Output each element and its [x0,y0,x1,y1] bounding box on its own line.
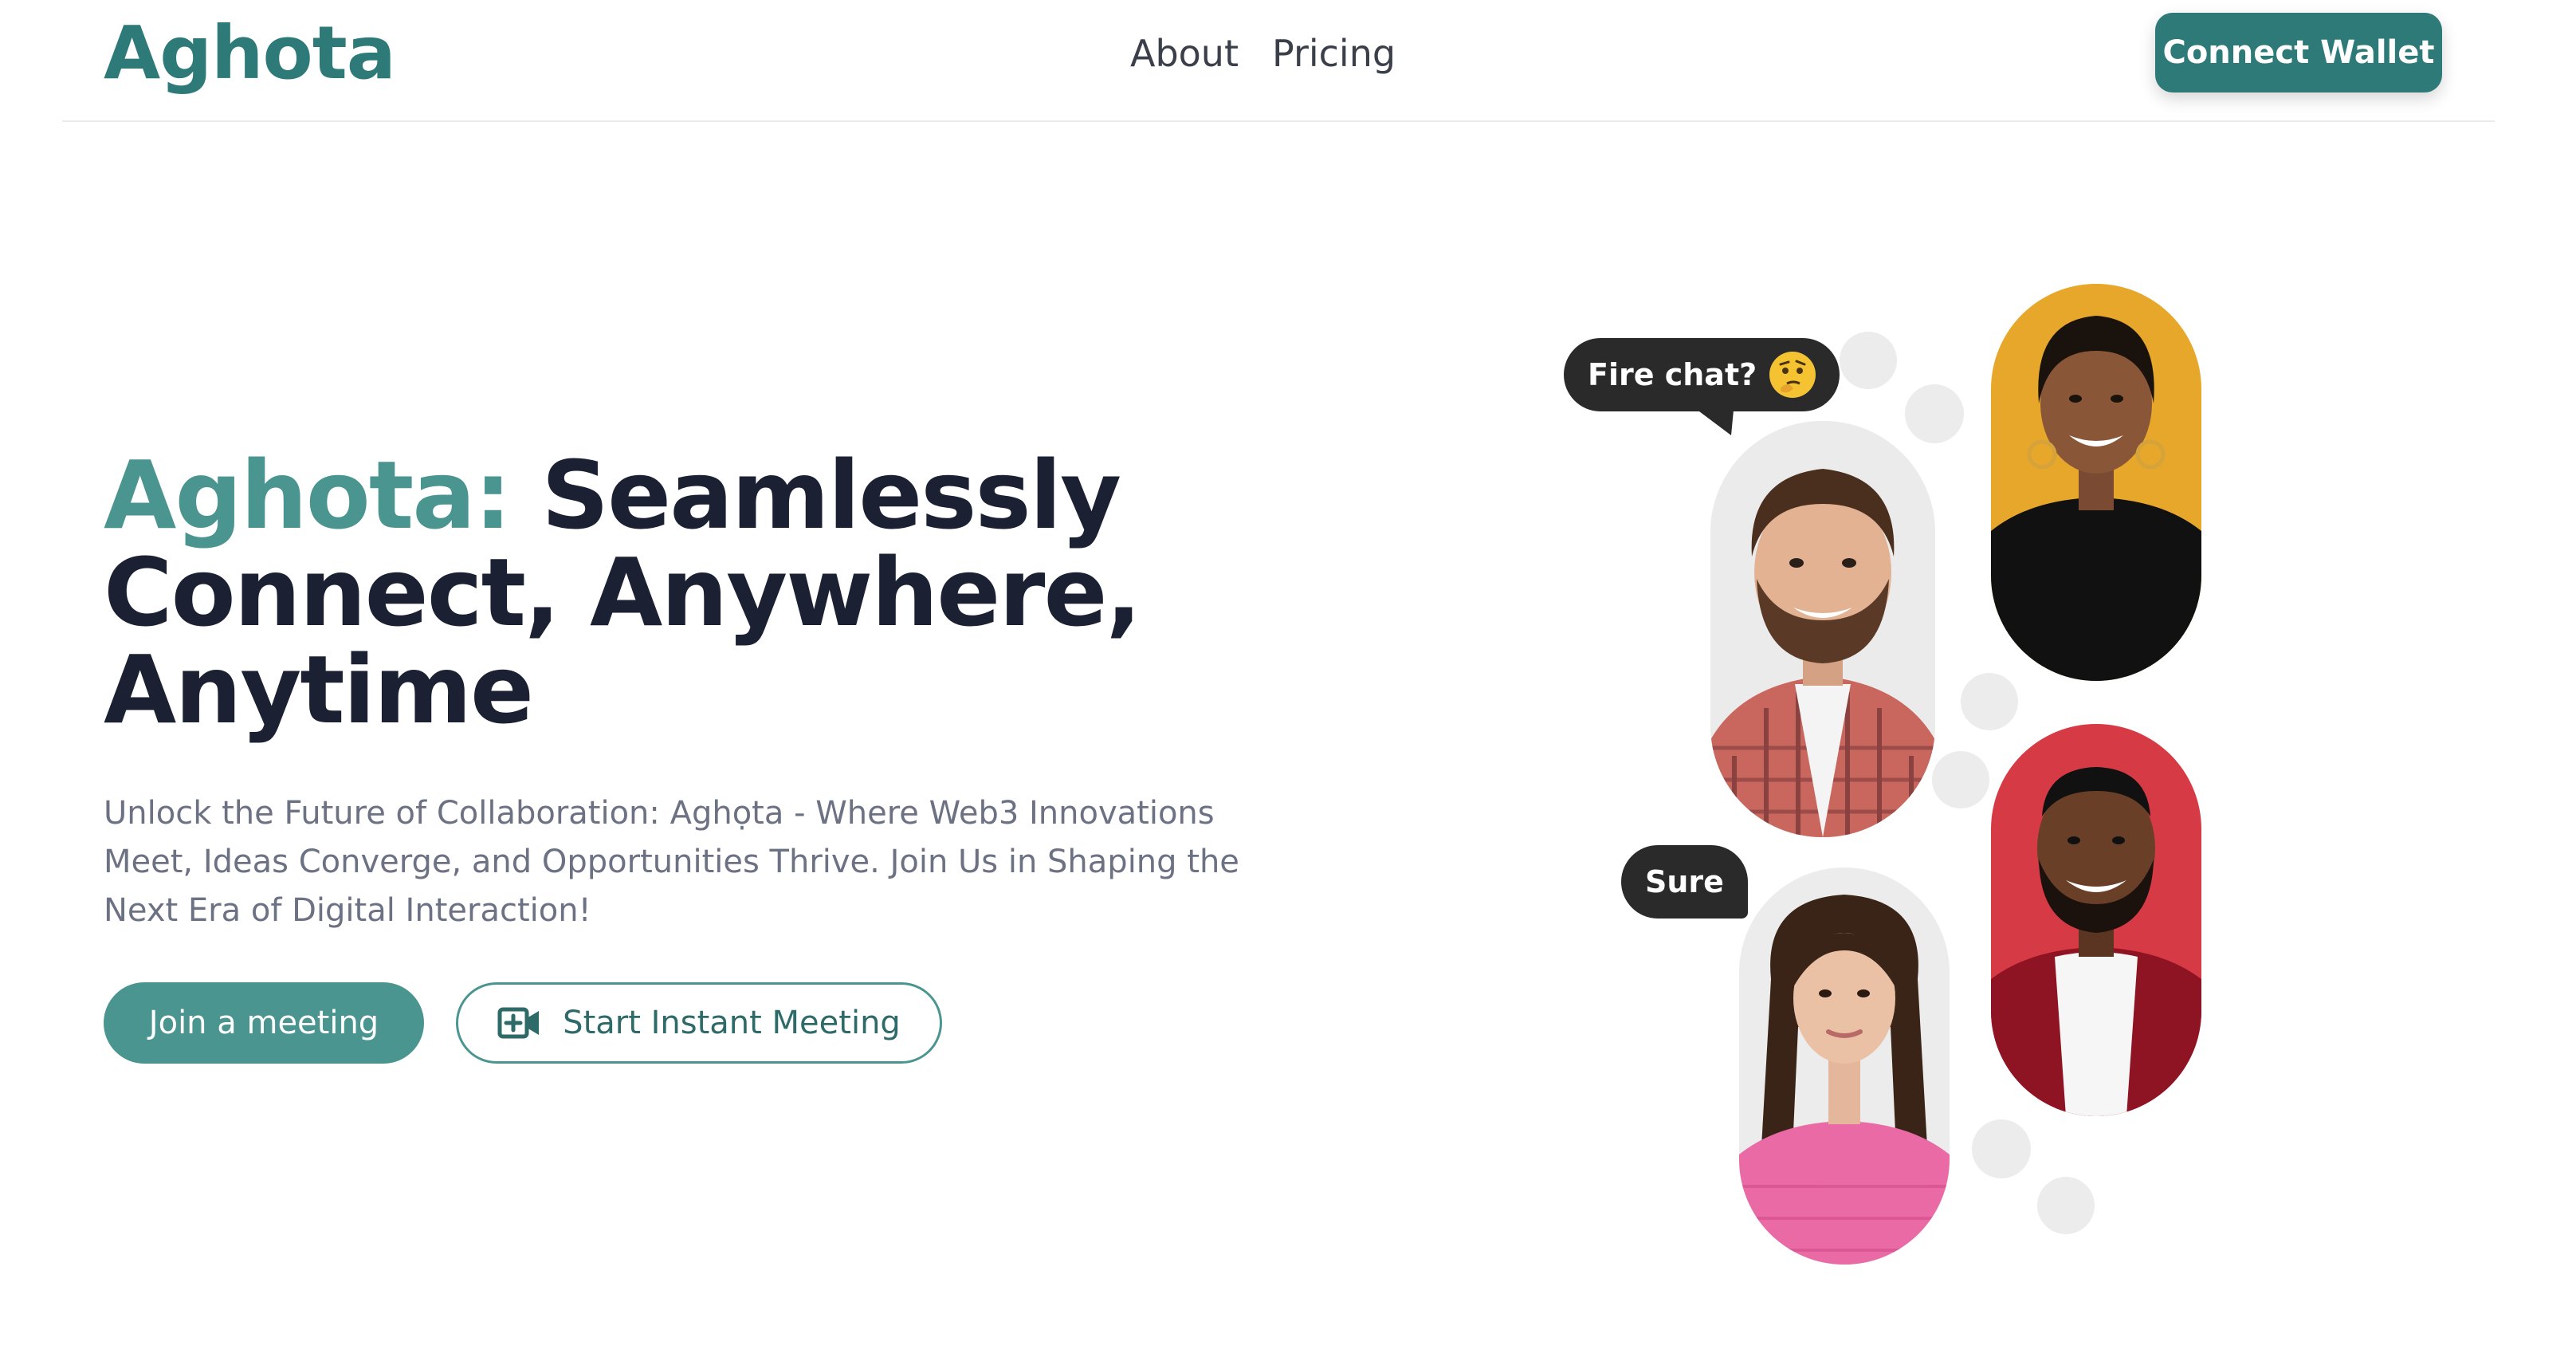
video-plus-icon [497,1007,540,1039]
chat-bubble-fire-chat-text: Fire chat? [1588,357,1757,392]
avatar-woman-yellow [1991,284,2201,681]
thinking-emoji-icon [1769,352,1816,398]
avatar-man-red [1991,724,2201,1116]
hero-title-brand: Aghota: [104,440,512,550]
hero-description: Unlock the Future of Collaboration: Aghọ… [104,795,1239,929]
chat-bubble-sure-text: Sure [1645,864,1724,899]
join-meeting-button[interactable]: Join a meeting [104,982,424,1064]
decor-dot [1961,673,2018,730]
nav-about[interactable]: About [1130,27,1239,80]
brand-logo[interactable]: Aghota [104,10,396,97]
chat-bubble-sure: Sure [1621,845,1748,919]
hero-title: Aghota: Seamlessly Connect, Anywhere, An… [104,446,1219,738]
top-navbar: Aghota About Pricing Connect Wallet [62,0,2495,122]
connect-wallet-button[interactable]: Connect Wallet [2155,13,2442,92]
nav-pricing[interactable]: Pricing [1272,27,1396,80]
decor-dot [1932,751,1989,808]
decor-dot [1972,1119,2031,1178]
start-instant-meeting-button[interactable]: Start Instant Meeting [456,982,942,1064]
chat-bubble-fire-chat: Fire chat? [1564,338,1840,411]
main-nav: About Pricing [1130,27,1396,80]
decor-dot [1840,332,1897,389]
start-instant-meeting-label: Start Instant Meeting [563,1005,901,1041]
avatar-woman-pink [1739,867,1950,1265]
avatar-man-plaid [1710,421,1935,837]
decor-dot [2037,1177,2095,1234]
decor-dot [1905,384,1964,443]
bubble-tail-icon [1687,402,1734,435]
